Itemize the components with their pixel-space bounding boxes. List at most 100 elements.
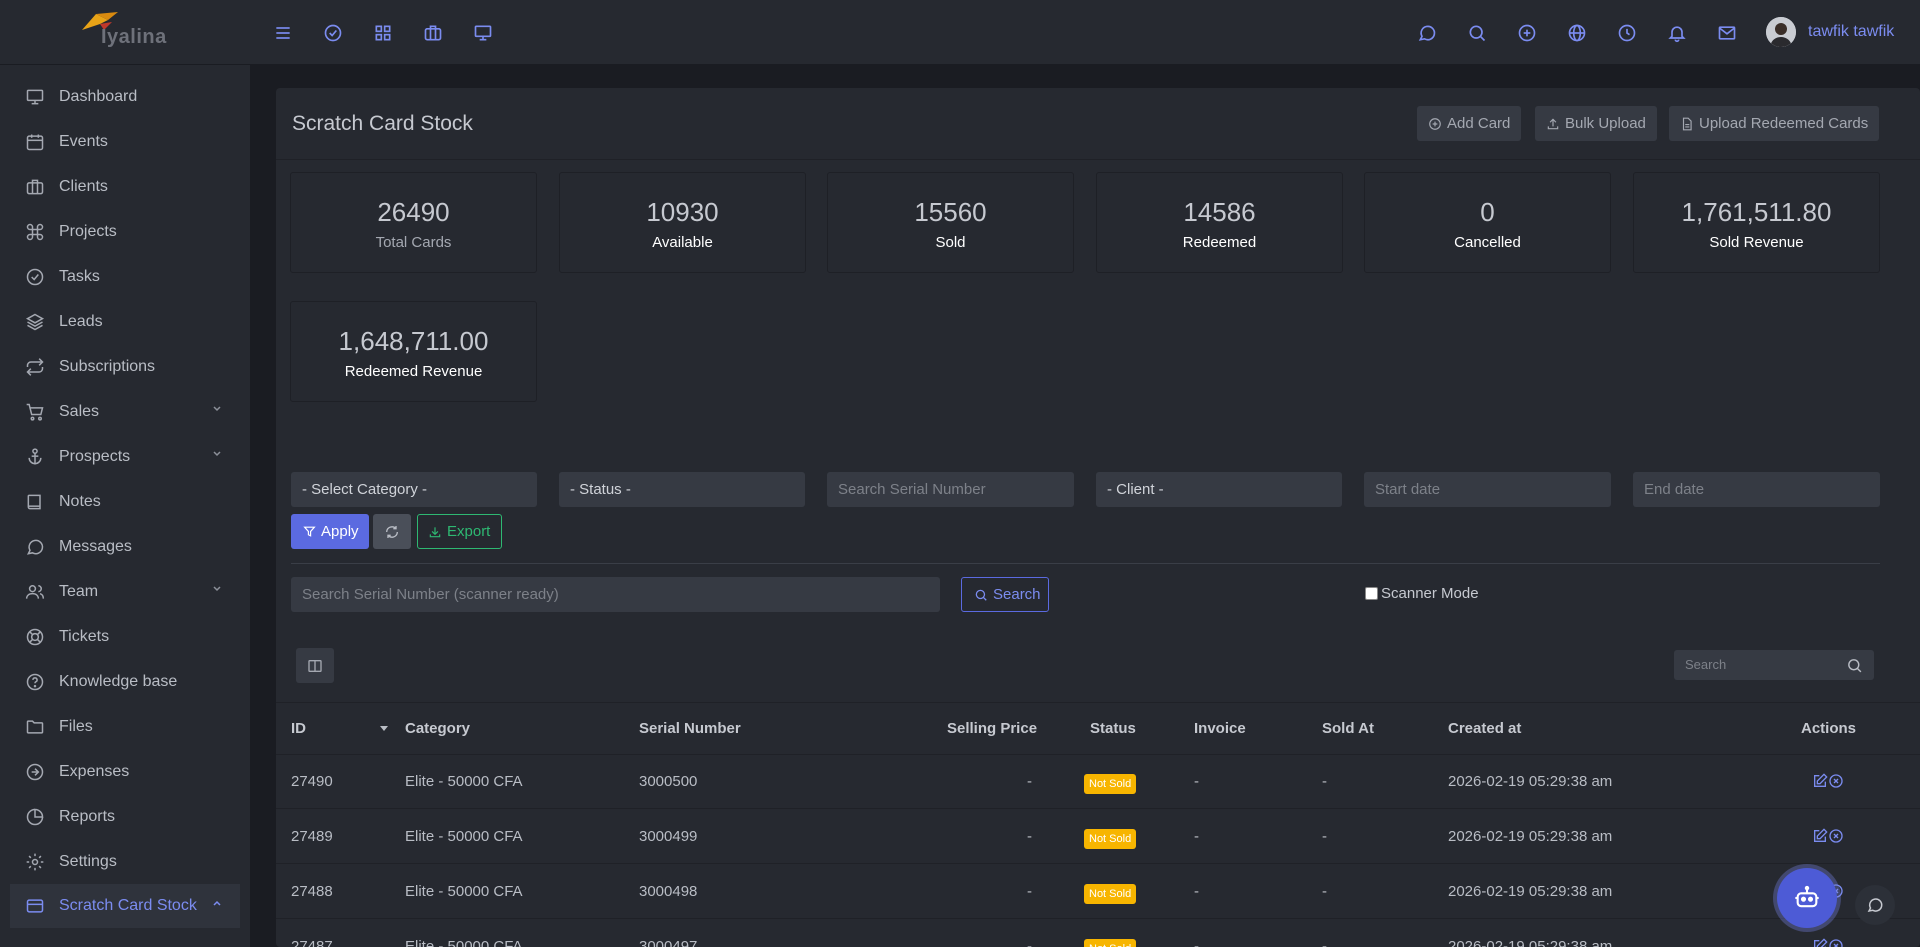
briefcase-icon[interactable] [420, 20, 446, 46]
export-button[interactable]: Export [417, 514, 502, 549]
add-card-button[interactable]: Add Card [1417, 106, 1522, 141]
mail-icon[interactable] [1714, 20, 1740, 46]
scanner-mode-checkbox[interactable] [1365, 587, 1378, 600]
user-menu[interactable]: tawfik tawfik [1766, 17, 1894, 47]
cancel-icon[interactable] [1828, 828, 1844, 844]
sidebar-item-files[interactable]: Files [10, 705, 240, 749]
sidebar-item-messages[interactable]: Messages [10, 525, 240, 569]
serial-number-search-input[interactable]: Search Serial Number [827, 472, 1074, 507]
apply-filter-button[interactable]: Apply [291, 514, 369, 549]
column-header-invoice[interactable]: Invoice [1194, 720, 1246, 737]
cell-id: 27490 [291, 773, 333, 790]
reset-filter-button[interactable] [373, 514, 411, 549]
sidebar-item-label: Team [59, 583, 99, 600]
sidebar-item-subscriptions[interactable]: Subscriptions [10, 345, 240, 389]
gear-icon [24, 851, 46, 873]
briefcase-icon [24, 176, 46, 198]
table-search-input[interactable]: Search [1685, 657, 1726, 672]
client-select[interactable]: - Client - [1096, 472, 1342, 507]
cell-id: 27489 [291, 828, 333, 845]
sidebar-item-sales[interactable]: Sales [10, 390, 240, 434]
monitor-icon[interactable] [470, 20, 496, 46]
check-circle-icon[interactable] [320, 20, 346, 46]
status-select[interactable]: - Status - [559, 472, 805, 507]
sidebar-item-clients[interactable]: Clients [10, 165, 240, 209]
upload-redeemed-cards-button[interactable]: Upload Redeemed Cards [1669, 106, 1880, 141]
category-select[interactable]: - Select Category - [291, 472, 537, 507]
stat-sold: 15560 Sold [827, 172, 1074, 273]
column-header-sold-at[interactable]: Sold At [1322, 720, 1374, 737]
sidebar-item-team[interactable]: Team [10, 570, 240, 614]
cell-sold-at: - [1322, 828, 1327, 845]
scanner-mode-label: Scanner Mode [1381, 585, 1479, 602]
column-header-serial-number[interactable]: Serial Number [639, 720, 741, 737]
grid-icon[interactable] [370, 20, 396, 46]
cell-id: 27487 [291, 938, 333, 947]
user-name: tawfik tawfik [1808, 23, 1895, 40]
column-header-created-at[interactable]: Created at [1448, 720, 1521, 737]
sidebar-item-scratch-card-stock[interactable]: Scratch Card Stock [10, 884, 240, 928]
sidebar-item-prospects[interactable]: Prospects [10, 435, 240, 479]
row-divider [276, 808, 1920, 809]
stat-label: Redeemed [1182, 234, 1257, 251]
clock-icon[interactable] [1614, 20, 1640, 46]
status-badge: Not Sold [1084, 939, 1137, 947]
cancel-icon[interactable] [1828, 938, 1844, 947]
stat-value: 15560 [914, 197, 987, 227]
cell-id: 27488 [291, 883, 333, 900]
cell-serial: 3000500 [639, 773, 698, 790]
sort-desc-icon[interactable] [380, 726, 388, 732]
row-actions [1812, 828, 1844, 844]
bell-icon[interactable] [1664, 20, 1690, 46]
download-icon [429, 526, 441, 537]
column-header-selling-price[interactable]: Selling Price [947, 720, 1037, 737]
edit-icon[interactable] [1812, 938, 1828, 947]
sidebar-item-leads[interactable]: Leads [10, 300, 240, 344]
sidebar-item-label: Events [59, 133, 108, 150]
start-date-input[interactable]: Start date [1364, 472, 1611, 507]
ai-assistant-button[interactable] [1777, 868, 1837, 928]
stat-label: Cancelled [1454, 234, 1521, 251]
stat-value: 10930 [646, 197, 719, 227]
sidebar-item-knowledge-base[interactable]: Knowledge base [10, 660, 240, 704]
globe-icon[interactable] [1564, 20, 1590, 46]
live-chat-button[interactable] [1855, 885, 1895, 925]
filter-divider [291, 563, 1880, 564]
sidebar-item-tickets[interactable]: Tickets [10, 615, 240, 659]
sidebar-item-projects[interactable]: Projects [10, 210, 240, 254]
edit-icon[interactable] [1812, 828, 1828, 844]
pie-chart-icon [24, 806, 46, 828]
sidebar-item-notes[interactable]: Notes [10, 480, 240, 524]
sidebar-item-label: Messages [59, 538, 132, 555]
cell-invoice: - [1194, 773, 1199, 790]
sidebar-item-reports[interactable]: Reports [10, 795, 240, 839]
cancel-icon[interactable] [1828, 773, 1844, 789]
sidebar-item-dashboard[interactable]: Dashboard [10, 75, 240, 119]
column-header-status[interactable]: Status [1090, 720, 1136, 737]
search-icon[interactable] [1846, 657, 1863, 674]
column-header-category[interactable]: Category [405, 720, 470, 737]
plus-circle-icon[interactable] [1514, 20, 1540, 46]
sidebar-item-label: Expenses [59, 763, 130, 780]
table-search-box[interactable]: Search [1674, 650, 1874, 680]
sidebar-item-tasks[interactable]: Tasks [10, 255, 240, 299]
search-icon[interactable] [1464, 20, 1490, 46]
layers-icon [24, 311, 46, 333]
chevron-down-icon [212, 404, 222, 414]
column-header-id[interactable]: ID [291, 720, 306, 737]
end-date-input[interactable]: End date [1633, 472, 1880, 507]
edit-icon[interactable] [1812, 773, 1828, 789]
sidebar-item-settings[interactable]: Settings [10, 840, 240, 884]
menu-icon[interactable] [270, 20, 296, 46]
scanner-search-button[interactable]: Search [961, 577, 1049, 612]
sidebar-item-expenses[interactable]: Expenses [10, 750, 240, 794]
stat-redeemed-revenue: 1,648,711.00 Redeemed Revenue [290, 301, 537, 402]
sidebar-item-events[interactable]: Events [10, 120, 240, 164]
column-toggle-button[interactable] [296, 648, 334, 683]
bulk-upload-button[interactable]: Bulk Upload [1535, 106, 1657, 141]
scanner-serial-input[interactable]: Search Serial Number (scanner ready) [291, 577, 940, 612]
stat-total-cards: 26490 Total Cards [290, 172, 537, 273]
cell-sold-at: - [1322, 773, 1327, 790]
chat-icon[interactable] [1414, 20, 1440, 46]
add-card-label: Add Card [1447, 115, 1511, 132]
